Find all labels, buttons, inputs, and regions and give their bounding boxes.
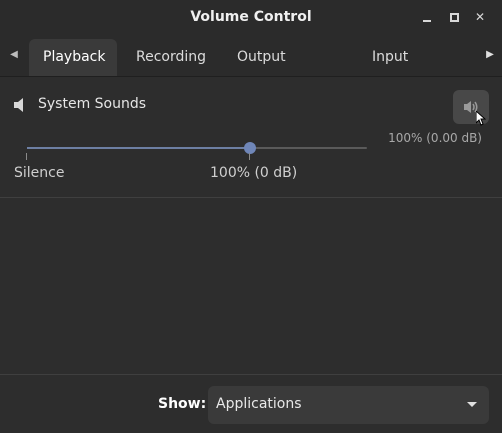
slider-tick-100 bbox=[249, 153, 250, 160]
volume-slider-fill bbox=[27, 147, 250, 149]
show-dropdown[interactable]: Applications bbox=[208, 386, 489, 424]
minimize-icon[interactable] bbox=[417, 7, 437, 27]
tab-bar: ◀ Playback Recording Output Devices Inpu… bbox=[0, 34, 502, 102]
tab-recording[interactable]: Recording bbox=[122, 39, 217, 76]
show-label: Show: bbox=[158, 396, 207, 412]
stream-name: System Sounds bbox=[38, 96, 147, 112]
tab-scroll-left-icon[interactable]: ◀ bbox=[2, 34, 26, 76]
volume-control-window: Volume Control ✕ ◀ Playback Recording Ou… bbox=[0, 0, 502, 433]
tab-scroll-right-icon[interactable]: ▶ bbox=[478, 34, 502, 76]
slider-tick-silence bbox=[26, 153, 27, 160]
maximize-icon[interactable] bbox=[444, 7, 464, 27]
slider-mark-silence: Silence bbox=[14, 165, 65, 181]
mouse-cursor-icon bbox=[476, 111, 486, 126]
tab-playback[interactable]: Playback bbox=[29, 39, 117, 76]
speaker-icon bbox=[14, 98, 23, 112]
chevron-down-icon bbox=[467, 402, 477, 407]
playback-panel: System Sounds 100% (0.00 dB) Silence 100… bbox=[0, 77, 502, 374]
show-dropdown-value: Applications bbox=[216, 396, 302, 412]
title-bar: Volume Control ✕ bbox=[0, 0, 502, 34]
tab-output-devices[interactable]: Output Devices bbox=[223, 39, 351, 102]
volume-level-text: 100% (0.00 dB) bbox=[388, 131, 482, 145]
footer-bar: Show: Applications bbox=[0, 374, 502, 433]
tab-input-devices[interactable]: Input Devices bbox=[358, 39, 474, 102]
stream-row: System Sounds 100% (0.00 dB) Silence 100… bbox=[0, 77, 502, 198]
slider-mark-100: 100% (0 dB) bbox=[210, 165, 298, 181]
volume-slider[interactable] bbox=[27, 147, 367, 149]
close-icon[interactable]: ✕ bbox=[470, 7, 490, 27]
